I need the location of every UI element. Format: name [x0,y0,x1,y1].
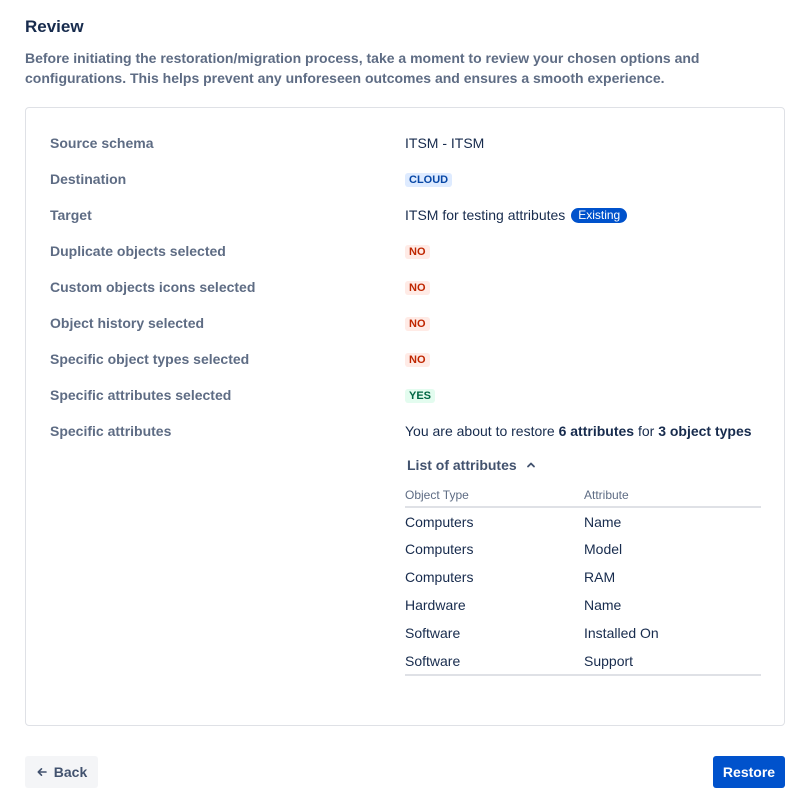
specific-attributes-selected-value: YES [405,385,436,405]
page-description: Before initiating the restoration/migrat… [25,50,700,86]
chevron-up-icon [526,462,535,468]
specific-object-types-value: NO [405,349,430,369]
object-type-cell: Software [405,647,584,676]
row-object-history: Object history selected NO [26,313,784,333]
attribute-count: 6 attributes [558,423,635,439]
specific-attributes-selected-label: Specific attributes selected [50,387,232,403]
status-lozenge: NO [405,245,430,260]
back-button[interactable]: Back [25,756,98,788]
back-button-label: Back [53,764,88,780]
attribute-cell: Name [584,597,622,613]
table-row: Hardware Name [405,591,761,619]
review-summary-card: Source schema ITSM - ITSM Destination CL… [25,107,785,726]
attribute-cell: Model [584,541,623,557]
attribute-cell: Name [584,513,622,530]
custom-icons-value: NO [405,277,430,297]
destination-value: CLOUD [405,169,453,189]
object-type-cell: Hardware [405,597,466,613]
object-type-cell: Computers [405,541,474,557]
duplicate-objects-value: NO [405,241,430,261]
specific-object-types-label: Specific object types selected [50,351,250,367]
object-type-cell: Software [405,625,461,641]
attribute-cell: RAM [584,569,616,585]
row-destination: Destination CLOUD [26,169,784,189]
attribute-cell: Installed On [584,625,659,641]
table-row: Computers Name [405,507,761,535]
row-source-schema: Source schema ITSM - ITSM [26,133,784,153]
page-title: Review [25,17,84,36]
row-specific-attributes: Specific attributes You are about to res… [26,421,784,441]
specific-attributes-label: Specific attributes [50,423,172,439]
row-specific-attributes-selected: Specific attributes selected YES [26,385,784,405]
object-type-cell: Computers [405,513,474,530]
attributes-list-toggle-label: List of attributes [407,457,517,473]
source-schema-label: Source schema [50,135,154,151]
status-lozenge: YES [405,389,436,404]
object-type-cell: Computers [405,569,474,585]
existing-badge: Existing [571,208,628,223]
destination-label: Destination [50,171,127,187]
column-header-attribute: Attribute [584,483,761,508]
status-lozenge: NO [405,317,430,332]
destination-lozenge: CLOUD [405,173,453,188]
duplicate-objects-label: Duplicate objects selected [50,243,226,259]
table-row: Computers Model [405,535,761,563]
object-type-count: 3 object types [658,423,752,439]
specific-attributes-summary: You are about to restore 6 attributes fo… [405,421,752,441]
custom-icons-label: Custom objects icons selected [50,279,256,295]
column-header-object-type: Object Type [405,483,584,508]
row-target: Target ITSM for testing attributes Exist… [26,205,784,225]
table-row: Software Support [405,647,761,676]
target-name: ITSM for testing attributes [405,207,566,223]
restore-button[interactable]: Restore [713,756,785,788]
status-lozenge: NO [405,353,430,368]
source-schema-value: ITSM - ITSM [405,135,485,151]
attribute-cell: Support [584,647,761,676]
object-history-value: NO [405,313,430,333]
review-page: Review Before initiating the restoration… [0,0,811,809]
table-row: Software Installed On [405,619,761,647]
table-header-row: Object Type Attribute [405,483,761,508]
attributes-table: Object Type Attribute Computers Name Com… [405,483,761,676]
target-value: ITSM for testing attributes Existing [405,205,628,225]
status-lozenge: NO [405,281,430,296]
object-history-label: Object history selected [50,315,205,331]
attributes-list-toggle[interactable]: List of attributes [407,455,536,475]
arrow-left-icon [37,768,47,776]
table-row: Computers RAM [405,563,761,591]
target-label: Target [50,207,92,223]
summary-middle: for [634,423,659,439]
row-duplicate-objects: Duplicate objects selected NO [26,241,784,261]
summary-prefix: You are about to restore [405,423,559,439]
row-specific-object-types: Specific object types selected NO [26,349,784,369]
row-custom-icons: Custom objects icons selected NO [26,277,784,297]
